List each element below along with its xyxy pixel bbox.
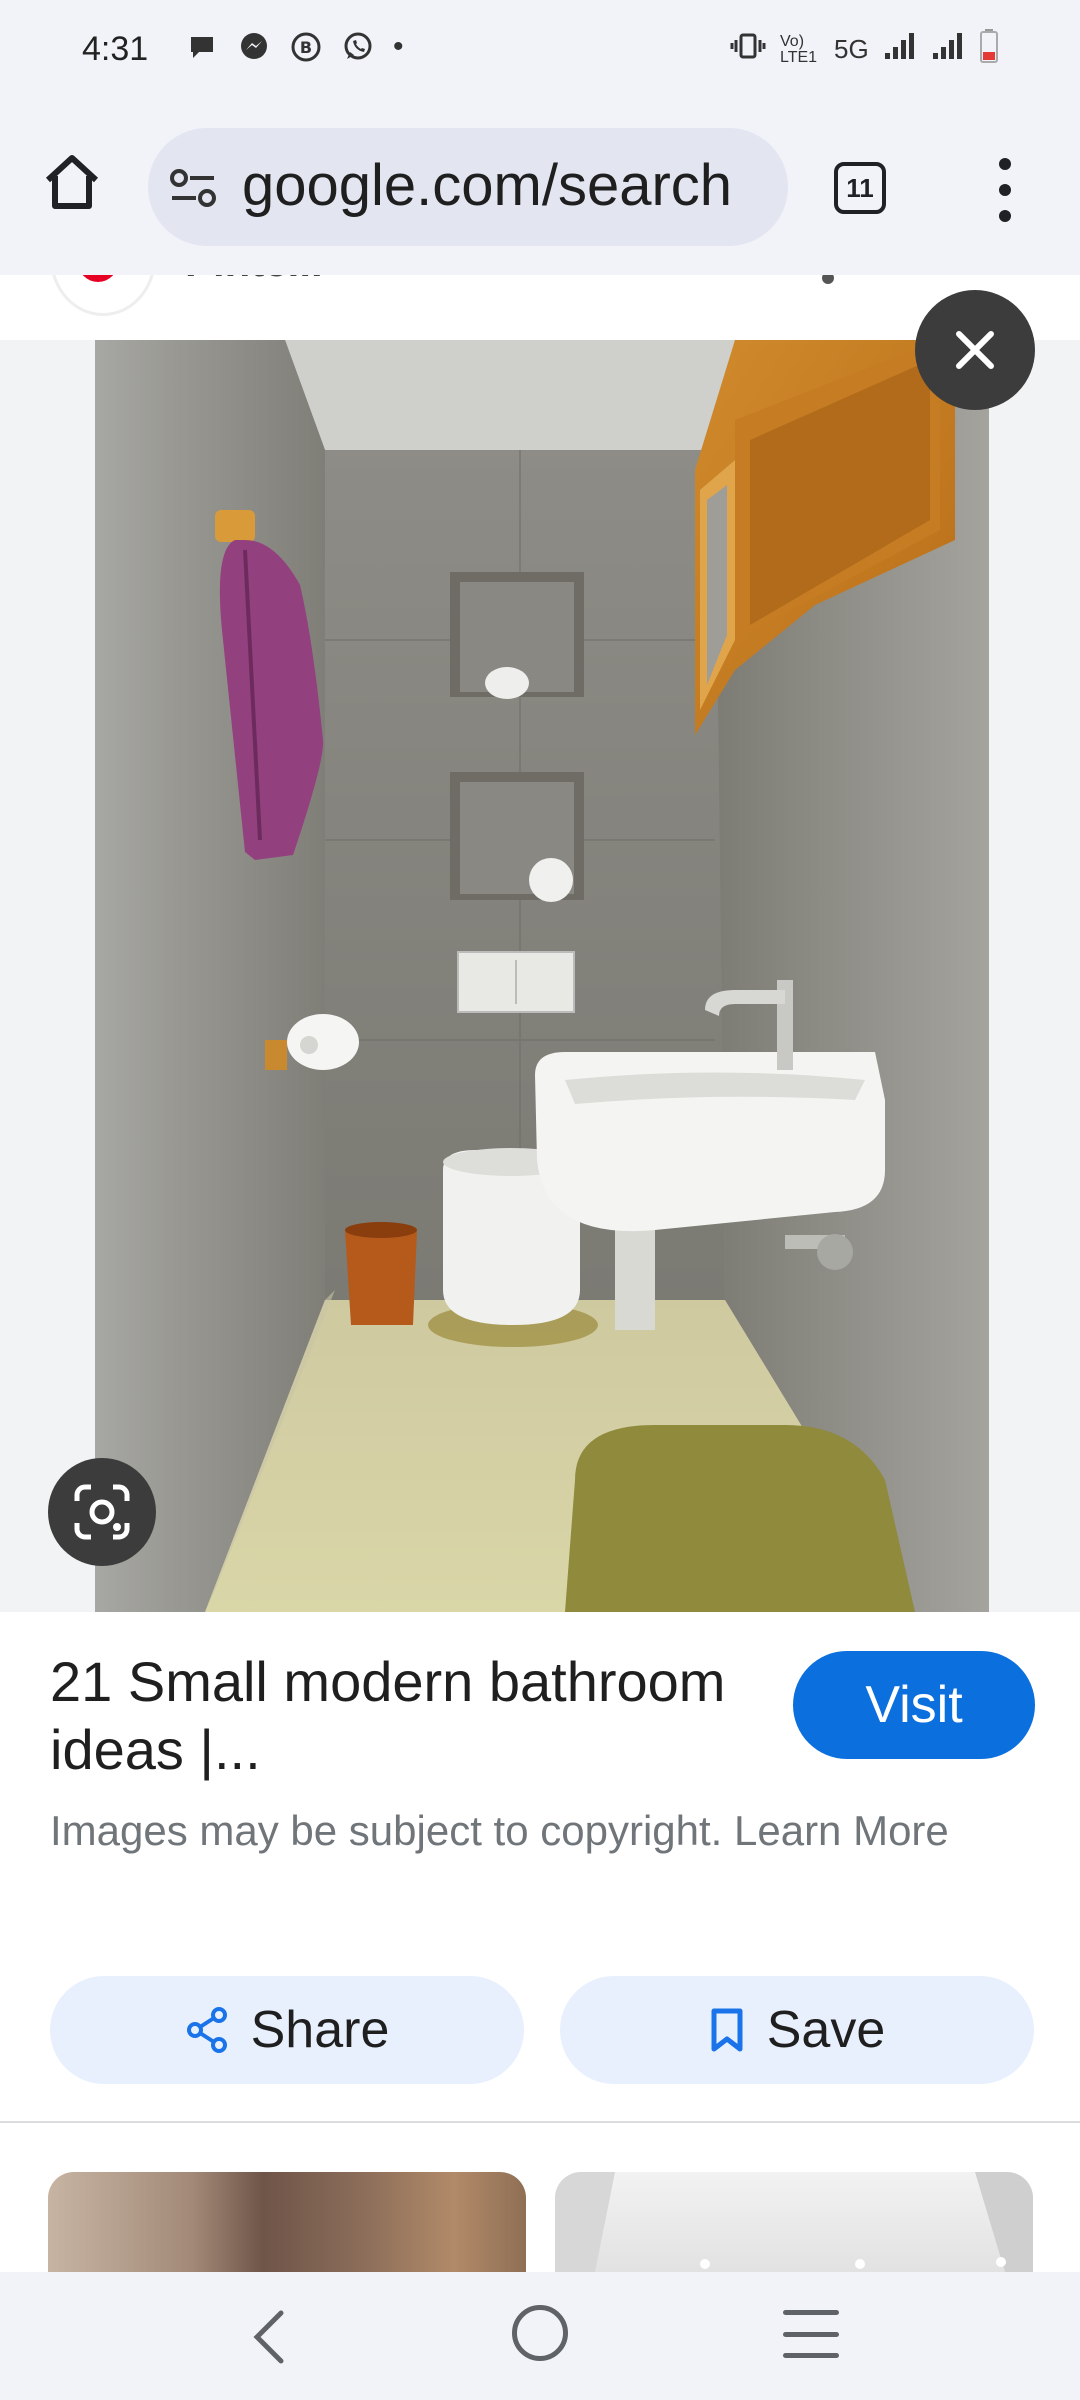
related-image-thumbnail[interactable] [555,2172,1033,2272]
save-button[interactable]: Save [560,1976,1034,2084]
visit-button[interactable]: Visit [793,1651,1035,1759]
back-icon [253,2310,284,2364]
more-options-icon[interactable] [990,158,1020,222]
signal-icon [931,31,965,68]
messenger-icon [237,30,271,64]
copyright-notice: Images may be subject to copyright. Lear… [50,1807,949,1854]
svg-text:B: B [300,38,312,57]
google-lens-button[interactable] [48,1458,156,1566]
notification-dot: • [393,30,404,63]
recents-button[interactable] [783,2310,839,2358]
vibrate-icon [730,31,766,68]
status-right-icons: Vo) LTE1 5G [730,28,999,71]
save-label: Save [766,2001,886,2059]
result-title[interactable]: 21 Small modern bathroom ideas |... [50,1648,750,1784]
share-icon [186,2007,227,2053]
url-text[interactable]: google.com/search [242,152,764,219]
tab-switcher-button[interactable]: 11 [834,162,886,214]
source-dot [822,275,834,284]
network-type: 5G [834,34,869,64]
whatsapp-icon [341,30,375,64]
related-image-thumbnail[interactable] [48,2172,526,2272]
home-icon [45,155,99,209]
close-icon [956,331,994,369]
chat-bubble-icon [185,30,219,64]
notification-icons: B • [185,30,404,64]
back-button[interactable] [245,2307,295,2367]
close-viewer-button[interactable] [915,290,1035,410]
volte-icon: Vo) LTE1 [780,32,818,66]
b-app-icon: B [289,30,323,64]
share-label: Share [250,2001,390,2059]
nav-home-button[interactable] [512,2305,568,2361]
site-settings-icon[interactable] [168,163,218,213]
status-time: 4:31 [82,30,149,68]
signal-icon [883,31,917,68]
bookmark-icon [711,2008,743,2052]
home-button[interactable] [40,150,104,214]
source-name[interactable]: Pinte... [185,275,323,286]
lens-icon [74,1484,130,1540]
battery-low-icon [979,28,999,71]
share-button[interactable]: Share [50,1976,524,2084]
result-image[interactable] [95,340,989,1612]
section-divider [0,2121,1080,2123]
